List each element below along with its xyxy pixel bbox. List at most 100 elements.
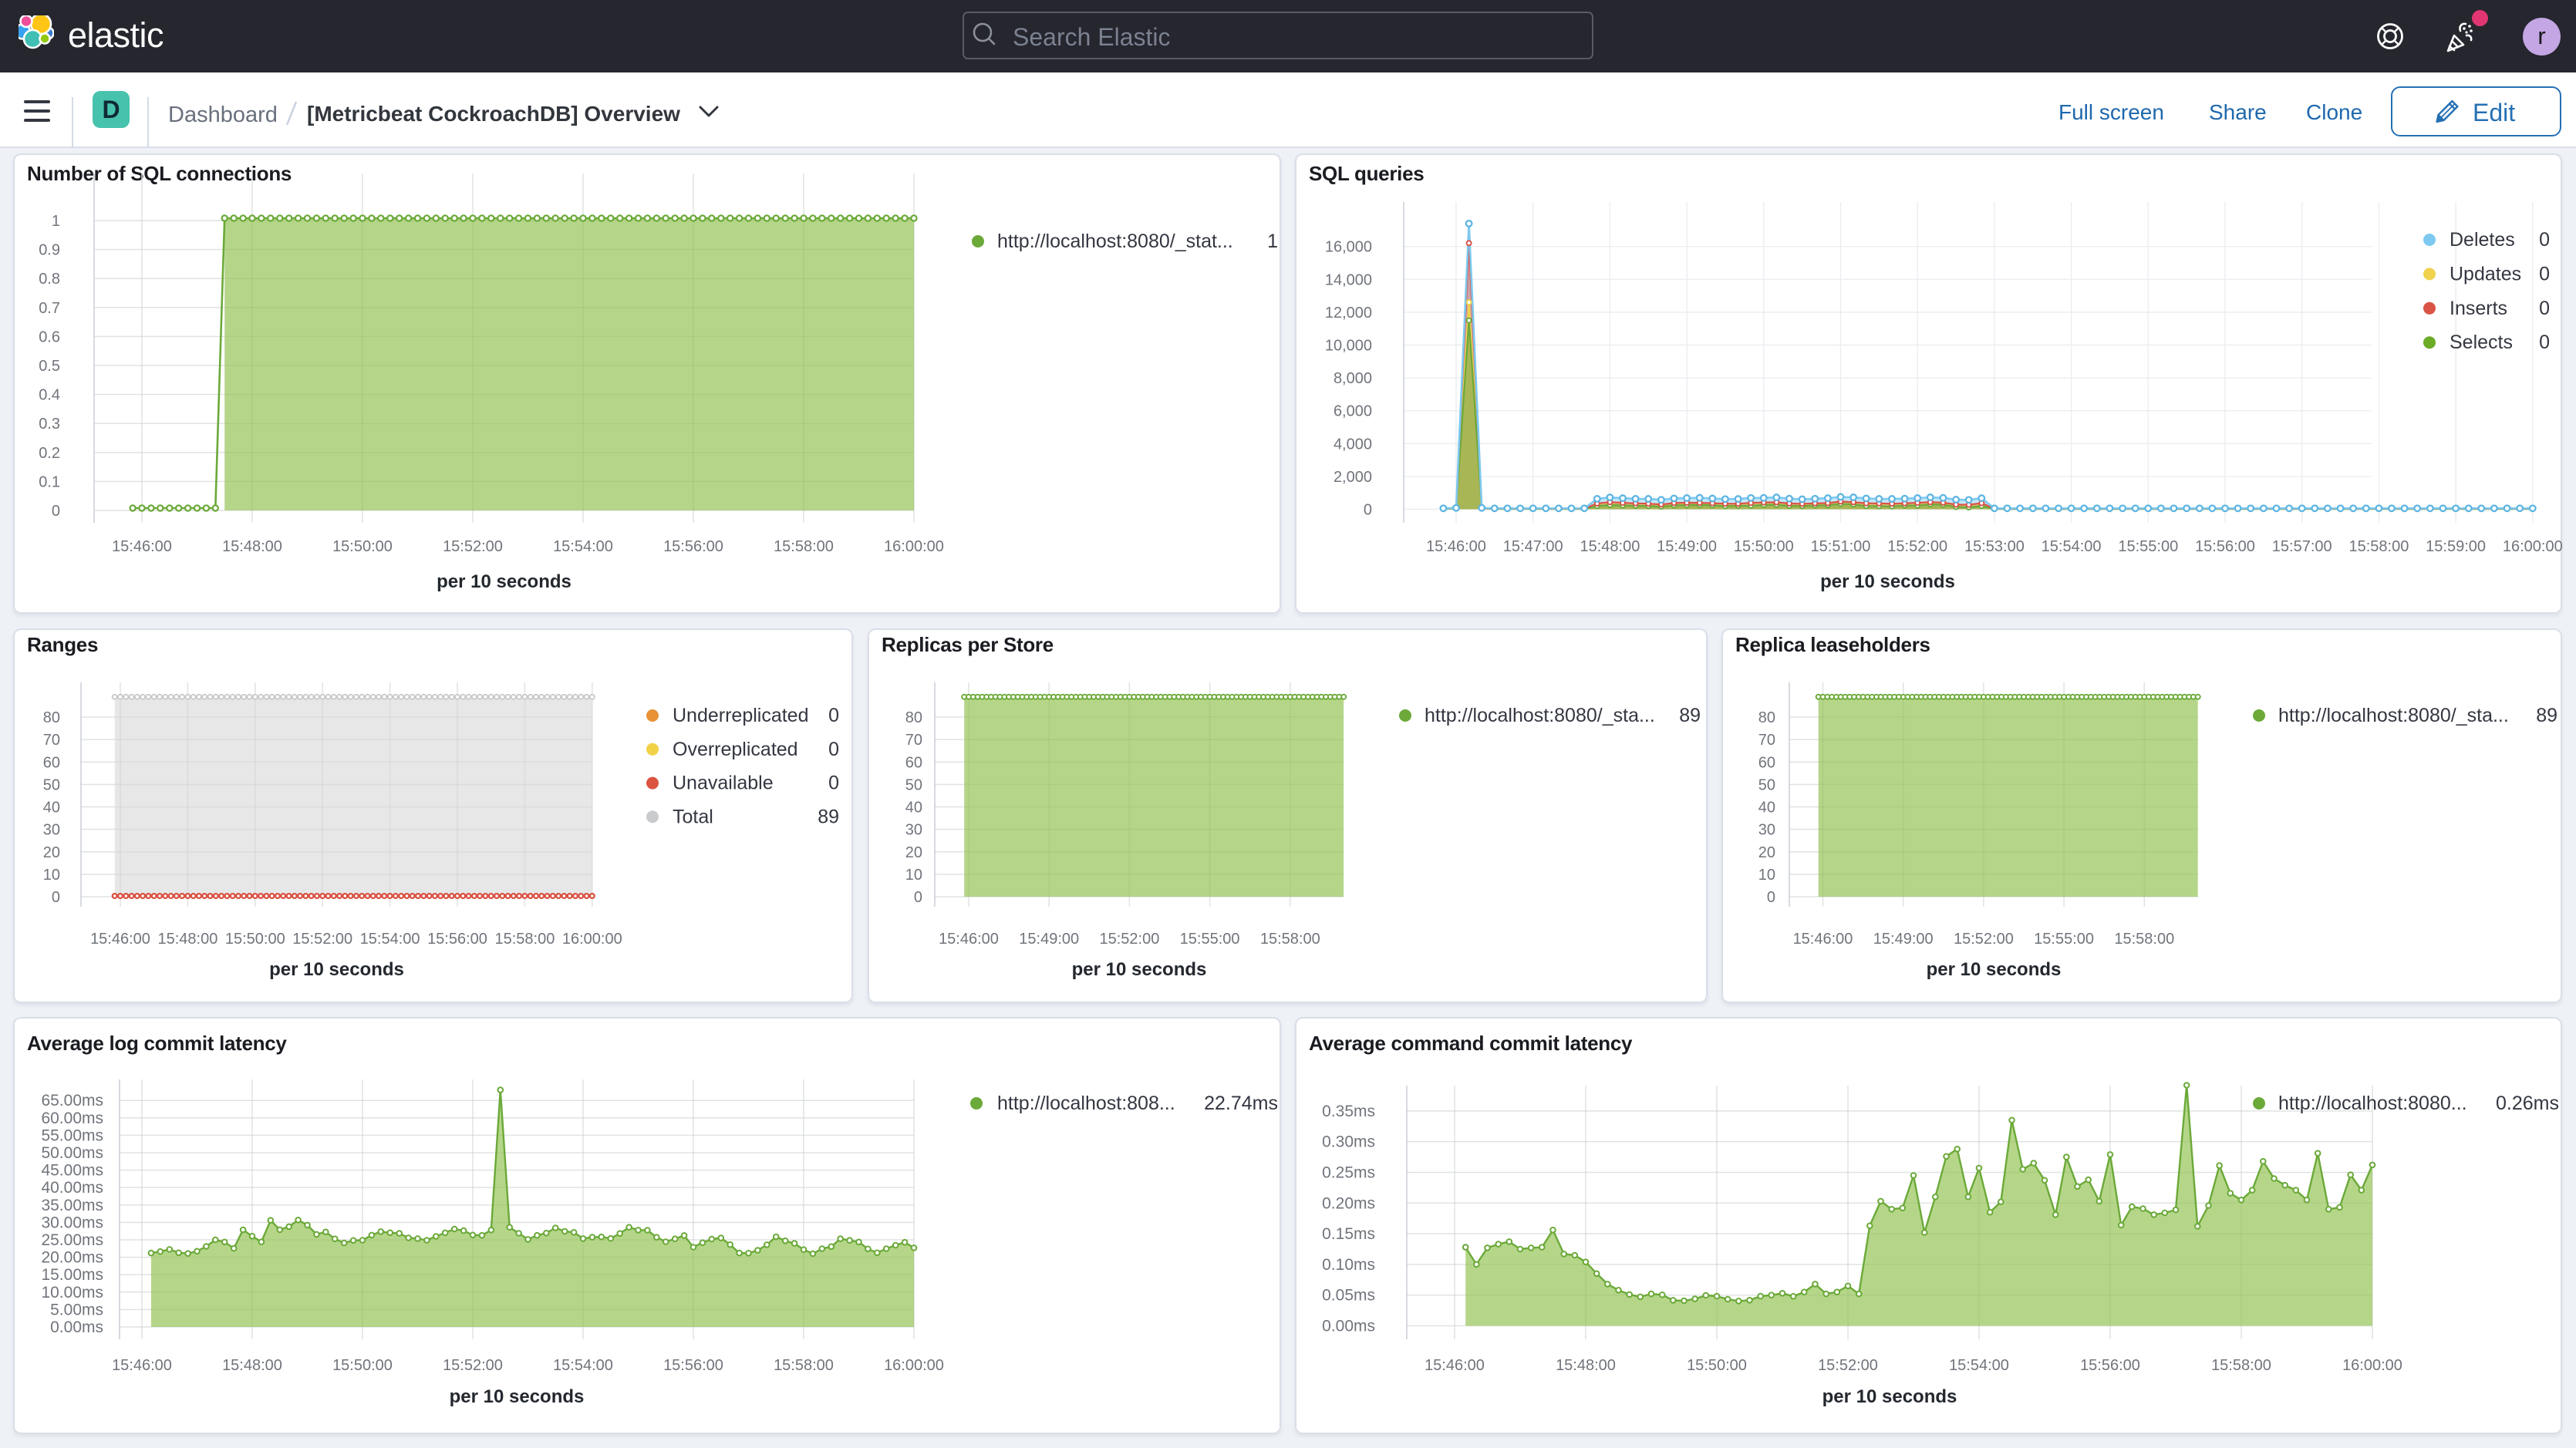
svg-text:5.00ms: 5.00ms [50, 1301, 103, 1318]
svg-text:15:50:00: 15:50:00 [332, 1357, 393, 1374]
svg-text:15:53:00: 15:53:00 [1964, 538, 2025, 555]
svg-text:16:00:00: 16:00:00 [2342, 1357, 2402, 1374]
svg-text:0.00ms: 0.00ms [50, 1318, 103, 1336]
svg-text:89: 89 [2536, 705, 2557, 726]
svg-text:15:56:00: 15:56:00 [2080, 1357, 2140, 1374]
svg-text:16:00:00: 16:00:00 [884, 1357, 944, 1374]
svg-text:89: 89 [1679, 705, 1701, 726]
svg-text:40: 40 [1758, 800, 1775, 817]
svg-text:Replicas per Store: Replicas per Store [882, 633, 1054, 656]
svg-text:20.00ms: 20.00ms [41, 1249, 103, 1267]
svg-text:20: 20 [43, 844, 60, 861]
svg-text:15:56:00: 15:56:00 [2195, 538, 2255, 555]
svg-text:2,000: 2,000 [1334, 469, 1372, 486]
svg-text:0.26ms: 0.26ms [2496, 1093, 2559, 1114]
svg-text:0.7: 0.7 [39, 300, 60, 317]
svg-text:http://localhost:8080/_sta...: http://localhost:8080/_sta... [1425, 705, 1655, 726]
svg-text:Ranges: Ranges [27, 633, 98, 656]
svg-text:Replica leaseholders: Replica leaseholders [1735, 633, 1930, 656]
svg-text:80: 80 [43, 709, 60, 726]
svg-text:50.00ms: 50.00ms [41, 1144, 103, 1162]
svg-text:15:49:00: 15:49:00 [1873, 931, 1934, 948]
svg-text:20: 20 [1758, 844, 1775, 861]
svg-text:15:46:00: 15:46:00 [90, 931, 150, 948]
svg-text:15:55:00: 15:55:00 [2034, 931, 2094, 948]
svg-text:6,000: 6,000 [1334, 403, 1372, 420]
svg-text:89: 89 [818, 806, 839, 827]
svg-text:15:46:00: 15:46:00 [1426, 538, 1486, 555]
svg-text:0.05ms: 0.05ms [1322, 1287, 1375, 1305]
svg-text:15:46:00: 15:46:00 [1793, 931, 1853, 948]
svg-text:15:50:00: 15:50:00 [1687, 1357, 1747, 1374]
svg-text:60: 60 [43, 754, 60, 771]
svg-text:60.00ms: 60.00ms [41, 1110, 103, 1127]
svg-text:15.00ms: 15.00ms [41, 1266, 103, 1284]
svg-text:per 10 seconds: per 10 seconds [1072, 959, 1207, 980]
svg-text:30.00ms: 30.00ms [41, 1214, 103, 1231]
svg-text:15:49:00: 15:49:00 [1657, 538, 1717, 555]
svg-text:15:58:00: 15:58:00 [494, 931, 555, 948]
svg-text:15:50:00: 15:50:00 [225, 931, 285, 948]
svg-text:50: 50 [905, 776, 922, 793]
svg-text:Deletes: Deletes [2450, 229, 2515, 251]
svg-text:per 10 seconds: per 10 seconds [1822, 1386, 1957, 1407]
svg-text:0.30ms: 0.30ms [1322, 1133, 1375, 1151]
svg-text:15:54:00: 15:54:00 [1949, 1357, 2009, 1374]
svg-text:Updates: Updates [2450, 263, 2521, 285]
svg-text:16:00:00: 16:00:00 [2503, 538, 2562, 555]
svg-text:80: 80 [1758, 709, 1775, 726]
svg-text:16,000: 16,000 [1325, 239, 1372, 256]
svg-text:0.3: 0.3 [39, 416, 60, 433]
svg-text:15:55:00: 15:55:00 [1180, 931, 1240, 948]
svg-text:Inserts: Inserts [2450, 298, 2507, 319]
svg-text:0.8: 0.8 [39, 271, 60, 288]
svg-text:15:50:00: 15:50:00 [332, 538, 393, 555]
svg-text:15:54:00: 15:54:00 [553, 1357, 613, 1374]
svg-text:35.00ms: 35.00ms [41, 1197, 103, 1214]
svg-text:30: 30 [1758, 822, 1775, 839]
svg-text:10: 10 [905, 867, 922, 884]
svg-text:Unavailable: Unavailable [673, 773, 774, 794]
svg-text:15:56:00: 15:56:00 [663, 538, 723, 555]
svg-text:10: 10 [1758, 867, 1775, 884]
svg-text:0.25ms: 0.25ms [1322, 1164, 1375, 1182]
svg-text:80: 80 [905, 709, 922, 726]
svg-text:15:52:00: 15:52:00 [292, 931, 352, 948]
svg-text:15:54:00: 15:54:00 [2042, 538, 2102, 555]
svg-text:16:00:00: 16:00:00 [884, 538, 944, 555]
svg-text:0.6: 0.6 [39, 328, 60, 345]
svg-text:per 10 seconds: per 10 seconds [269, 959, 404, 980]
svg-text:15:56:00: 15:56:00 [663, 1357, 723, 1374]
svg-text:1: 1 [52, 213, 60, 230]
svg-text:15:54:00: 15:54:00 [360, 931, 420, 948]
svg-text:20: 20 [905, 844, 922, 861]
svg-text:1: 1 [1267, 231, 1278, 252]
svg-text:http://localhost:8080/_sta...: http://localhost:8080/_sta... [2278, 705, 2509, 726]
svg-text:Overreplicated: Overreplicated [673, 739, 798, 760]
svg-text:15:46:00: 15:46:00 [112, 538, 172, 555]
svg-text:15:52:00: 15:52:00 [443, 538, 503, 555]
svg-text:40: 40 [905, 800, 922, 817]
svg-text:10.00ms: 10.00ms [41, 1284, 103, 1302]
svg-text:15:58:00: 15:58:00 [774, 538, 834, 555]
svg-text:15:58:00: 15:58:00 [2114, 931, 2174, 948]
svg-text:0.35ms: 0.35ms [1322, 1103, 1375, 1120]
svg-text:Average command commit latency: Average command commit latency [1309, 1032, 1633, 1055]
svg-text:16:00:00: 16:00:00 [562, 931, 622, 948]
svg-text:15:54:00: 15:54:00 [553, 538, 613, 555]
svg-text:15:50:00: 15:50:00 [1734, 538, 1794, 555]
svg-text:Average log commit latency: Average log commit latency [27, 1032, 287, 1055]
svg-text:0.9: 0.9 [39, 242, 60, 259]
svg-text:40.00ms: 40.00ms [41, 1179, 103, 1197]
svg-text:15:51:00: 15:51:00 [1811, 538, 1871, 555]
svg-text:10: 10 [43, 867, 60, 884]
svg-text:per 10 seconds: per 10 seconds [450, 1386, 585, 1407]
svg-text:SQL queries: SQL queries [1309, 162, 1424, 185]
svg-text:45.00ms: 45.00ms [41, 1162, 103, 1180]
svg-text:0.4: 0.4 [39, 387, 60, 404]
svg-text:15:56:00: 15:56:00 [427, 931, 487, 948]
svg-text:50: 50 [43, 776, 60, 793]
svg-text:0: 0 [2539, 263, 2550, 285]
svg-text:0: 0 [52, 889, 60, 906]
svg-text:15:48:00: 15:48:00 [1556, 1357, 1616, 1374]
